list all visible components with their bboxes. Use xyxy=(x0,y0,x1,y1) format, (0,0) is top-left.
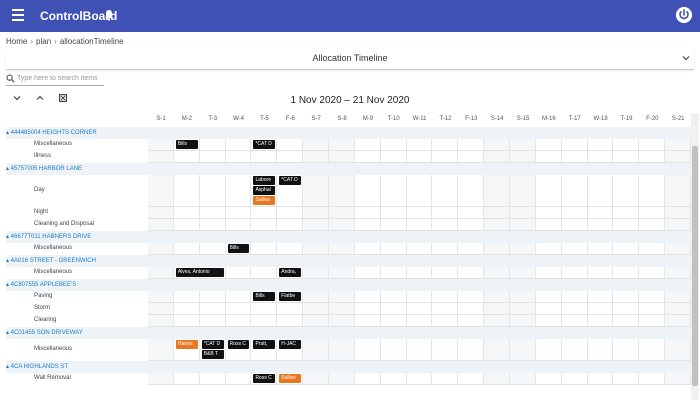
row-divider xyxy=(148,150,691,151)
collapse-all-icon[interactable] xyxy=(12,93,22,103)
group-row xyxy=(6,231,691,243)
allocation-chip[interactable]: Flatbe xyxy=(279,292,302,301)
view-select-value: Allocation Timeline xyxy=(312,53,388,63)
allocation-chip[interactable]: Bills xyxy=(253,292,276,301)
day-header: M-9 xyxy=(362,116,374,122)
group-header[interactable]: ▴ 444485004 HEIGHTS CORNER xyxy=(6,127,97,139)
day-header: W-4 xyxy=(233,116,245,122)
group-header[interactable]: ▴ 4CA HIGHLANDS ST xyxy=(6,361,68,373)
day-header: F-13 xyxy=(465,116,478,122)
group-row xyxy=(6,163,691,175)
row-divider xyxy=(148,218,691,219)
group-header[interactable]: ▴ 4A016 STREET - GREENWICH xyxy=(6,255,96,267)
view-select[interactable]: Allocation Timeline xyxy=(6,48,694,70)
day-header: S-8 xyxy=(337,116,347,122)
day-header: S-21 xyxy=(671,116,685,122)
day-header: S-15 xyxy=(516,116,530,122)
group-header[interactable]: ▴ 4C01455 SON DRIVEWAY xyxy=(6,327,83,339)
breadcrumb-separator-icon: › xyxy=(30,37,34,46)
day-header: T-19 xyxy=(620,116,633,122)
expand-all-icon[interactable] xyxy=(35,93,45,103)
export-excel-icon[interactable] xyxy=(58,93,68,103)
row-label: Miscellaneous xyxy=(34,141,73,147)
menu-icon[interactable] xyxy=(12,9,24,21)
row-label: Clearing xyxy=(34,317,57,323)
group-header[interactable]: ▴ 45757005 HARBOR LANE xyxy=(6,163,82,175)
day-header: S-7 xyxy=(311,116,321,122)
day-header: F-6 xyxy=(285,116,295,122)
breadcrumb-plan[interactable]: plan xyxy=(36,36,51,48)
group-row xyxy=(6,127,691,139)
row-divider xyxy=(148,384,691,385)
day-header: F-20 xyxy=(646,116,659,122)
app-bar: ControlBoard xyxy=(0,0,700,32)
allocation-chip[interactable]: Asphal xyxy=(253,186,276,195)
allocation-chip[interactable]: Ross C xyxy=(227,340,250,349)
allocation-chip[interactable]: H-JAC xyxy=(279,340,302,349)
bell-icon[interactable] xyxy=(104,9,114,21)
allocation-chip[interactable]: Ross C xyxy=(253,374,276,383)
row-label: Day xyxy=(34,187,45,193)
row-label: Storm xyxy=(34,305,51,311)
day-header: M-16 xyxy=(542,116,556,122)
search-input[interactable] xyxy=(17,73,103,84)
day-header: T-17 xyxy=(568,116,581,122)
row-label: Miscellaneous xyxy=(34,245,73,251)
day-header: T-3 xyxy=(208,116,218,122)
allocation-chip[interactable]: *CAT D xyxy=(253,140,276,149)
row-divider xyxy=(148,302,691,303)
allocation-chip[interactable]: Sullivs xyxy=(253,196,276,205)
row-label: Miscellaneous xyxy=(34,269,73,275)
allocation-chip[interactable]: Alves, Antonio xyxy=(175,268,224,277)
allocation-chip[interactable]: B&B T xyxy=(201,350,224,359)
group-row xyxy=(6,279,691,291)
breadcrumb-home[interactable]: Home xyxy=(6,36,27,48)
breadcrumb-separator-icon: › xyxy=(54,37,57,46)
row-label: Paving xyxy=(34,293,53,299)
search-icon xyxy=(6,74,15,83)
allocation-chip[interactable]: Pratt, xyxy=(253,340,276,349)
row-label: Miscellaneous xyxy=(34,346,73,352)
day-header: W-18 xyxy=(593,116,608,122)
row-label: Illness xyxy=(34,153,52,159)
breadcrumb: Home › plan › allocationTimeline xyxy=(6,36,124,48)
allocation-chip[interactable]: Harrys xyxy=(175,340,198,349)
allocation-chip[interactable]: Labore xyxy=(253,176,276,185)
day-header: T-12 xyxy=(439,116,452,122)
group-row xyxy=(6,255,691,267)
search-field xyxy=(6,72,104,86)
breadcrumb-current: allocationTimeline xyxy=(59,37,124,46)
allocation-chip[interactable]: *CAT D xyxy=(279,176,302,185)
day-header: M-2 xyxy=(181,116,193,122)
scrollbar-thumb[interactable] xyxy=(692,146,698,386)
allocation-chip[interactable]: *CAT D xyxy=(201,340,224,349)
row-label: Cleaning and Disposal xyxy=(34,221,95,227)
allocation-chip[interactable]: Bills xyxy=(175,140,198,149)
day-header: S-1 xyxy=(156,116,166,122)
power-icon[interactable] xyxy=(676,7,692,23)
row-divider xyxy=(148,206,691,207)
allocation-chip[interactable]: Andra, xyxy=(279,268,302,277)
day-header: W-11 xyxy=(412,116,427,122)
date-range-title: 1 Nov 2020 – 21 Nov 2020 xyxy=(290,95,410,106)
group-header[interactable]: ▴ 46677T011 HABNERS DRIVE xyxy=(6,231,91,243)
chevron-down-icon[interactable] xyxy=(682,54,690,62)
row-label: Night xyxy=(34,209,49,215)
day-header: T-5 xyxy=(260,116,269,122)
row-label: Wall Removal xyxy=(34,375,71,381)
group-row xyxy=(6,361,691,373)
row-divider xyxy=(148,314,691,315)
allocation-chip[interactable]: Sullivs xyxy=(279,374,302,383)
group-header[interactable]: ▴ 4C807555 APPLEBEE'S xyxy=(6,279,76,291)
allocation-chip[interactable]: Bills xyxy=(227,244,250,253)
day-header: T-10 xyxy=(387,116,400,122)
day-header: S-14 xyxy=(490,116,504,122)
timeline-grid: S-1 M-2 T-3 W-4 T-5 F-6 S-7 S-8 M-9 T-10 W-11 T-12 F… xyxy=(0,113,700,385)
group-row xyxy=(6,327,691,339)
